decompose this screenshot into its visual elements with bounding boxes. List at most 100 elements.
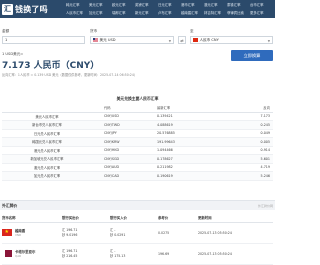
rates-table: 代码 最新汇率 反向 美元人民币汇率 CNY/USD 0.139421 7.17… <box>2 103 273 181</box>
logo-icon: 汇 <box>2 3 13 15</box>
bank-buy-price: 汇 - 钞 0.0291 <box>110 222 158 244</box>
nav-item[interactable]: 越南盾汇率 <box>181 10 204 17</box>
main-nav: 韩元汇率 美元汇率 欧元汇率 英镑汇率 日元汇率 港币汇率 澳元汇率 泰铢汇率 … <box>66 2 273 17</box>
column-header: 银行买出价 <box>62 214 110 223</box>
latest-rate: 1.094466 <box>157 146 227 155</box>
top-navigation-bar: 汇 钱换了吗 韩元汇率 美元汇率 欧元汇率 英镑汇率 日元汇率 港币汇率 澳元汇… <box>0 0 275 18</box>
currency-name-block: 越南盾 VND <box>15 228 25 237</box>
latest-rate: 191.99643 <box>157 137 227 147</box>
from-currency-select[interactable]: 美元 USD ▼ <box>90 36 174 44</box>
nav-item[interactable]: 泰铢汇率 <box>227 2 250 9</box>
currency-code: CNY/TWD <box>92 120 157 130</box>
inverse-rate: 5.246 <box>227 171 273 181</box>
table-row[interactable]: 越南盾 VND 汇 196.71 钞 9.0196 汇 - 钞 0.0291 0… <box>2 222 273 244</box>
nav-item[interactable]: 更多汇率 <box>250 10 273 17</box>
rates-section-title: 美元兑换主要人民币汇率 <box>116 96 159 101</box>
from-currency-value: 美元 USD <box>99 37 116 42</box>
nav-item[interactable]: 韩元汇率 <box>66 2 89 9</box>
latest-rate: 0.139421 <box>157 112 227 121</box>
from-currency-label: 货币 <box>90 29 98 33</box>
currency-pair-name[interactable]: 日元兑人民币汇率 <box>2 129 92 138</box>
latest-rate: 0.211982 <box>157 163 227 172</box>
nav-item[interactable]: 英镑汇率 <box>135 2 158 9</box>
currency-pair-name[interactable]: 港元兑人民币汇率 <box>2 146 92 155</box>
currency-code: QAR <box>15 254 22 258</box>
nav-item[interactable]: 美元汇率 <box>89 2 112 9</box>
table-row[interactable]: 加元兑人民币汇率 CNY/CAD 0.190619 5.246 <box>2 171 273 181</box>
result-note: 反向汇率：1人民币 = 0.139 USD 美元（数据仅供参考，更新时间：202… <box>2 73 138 77</box>
inverse-rate: 0.005 <box>227 137 273 147</box>
column-header <box>2 103 92 113</box>
bank-sell-price: 汇 196.71 钞 9.0196 <box>62 222 110 244</box>
table-row[interactable]: 美元人民币汇率 CNY/USD 0.139421 7.173 <box>2 112 273 121</box>
inverse-rate: 0.049 <box>227 129 273 138</box>
latest-rate: 0.190619 <box>157 171 227 181</box>
result-subtitle: 1 USD美元= <box>2 52 24 56</box>
vietnam-flag-icon <box>2 229 12 236</box>
to-currency-select[interactable]: 人民币 CNY ▼ <box>190 36 273 44</box>
currency-pair-name[interactable]: 新加坡元兑人民币汇率 <box>2 154 92 164</box>
watermark-logo: 外汇牌价网 <box>257 203 273 208</box>
sell-cash: 钞 9.0196 <box>62 232 78 237</box>
buy-cash: 钞 175.13 <box>110 253 126 258</box>
currency-code: CNY/CAD <box>92 171 157 181</box>
inverse-rate: 4.719 <box>227 163 273 172</box>
latest-rate: 4.088619 <box>157 120 227 130</box>
bank-rates-table: 货币名称 银行买出价 银行买入价 参考价 更新时间 越南盾 VND 汇 196.… <box>2 214 273 265</box>
currency-cell[interactable]: 卡塔尔里亚尔 QAR <box>2 243 62 265</box>
qatar-flag-icon <box>2 250 12 257</box>
nav-item[interactable]: 新元汇率 <box>135 10 158 17</box>
rates-table-header: 代码 最新汇率 反向 <box>2 103 273 113</box>
table-row[interactable]: 澳元兑人民币汇率 CNY/AUD 0.211982 4.719 <box>2 163 273 172</box>
update-time: 2025-07-13 05:50:24 <box>198 243 273 265</box>
currency-pair-name[interactable]: 韩国元兑人民币汇率 <box>2 137 92 147</box>
nav-item[interactable]: 台币汇率 <box>250 2 273 9</box>
inverse-rate: 7.173 <box>227 112 273 121</box>
bank-buy-price: 汇 - 钞 175.13 <box>110 243 158 265</box>
nav-item[interactable]: 澳元汇率 <box>204 2 227 9</box>
bank-rates-title: 外汇牌价 <box>2 202 18 208</box>
currency-pair-name[interactable]: 加元兑人民币汇率 <box>2 171 92 181</box>
to-currency-value: 人民币 CNY <box>199 37 219 42</box>
conversion-result: 7.173 人民币（CNY） <box>2 61 100 71</box>
amount-input[interactable]: 1 <box>2 36 85 44</box>
buy-cash: 钞 0.0291 <box>110 232 126 237</box>
table-row[interactable]: 卡塔尔里亚尔 QAR 汇 196.71 钞 216.45 汇 - 钞 175.1… <box>2 243 273 265</box>
table-row[interactable]: 港元兑人民币汇率 CNY/HKD 1.094466 0.914 <box>2 146 273 155</box>
bank-rates-header: 外汇牌价 外汇牌价网 <box>0 200 275 210</box>
to-currency-label: 至 <box>190 29 194 33</box>
swap-currencies-button[interactable]: ⇄ <box>178 36 186 44</box>
convert-button[interactable]: 立即换算 <box>231 50 273 61</box>
reference-price: 196.69 <box>158 243 198 265</box>
nav-item[interactable]: 港币汇率 <box>181 2 204 9</box>
currency-code: VND <box>15 233 22 237</box>
chevron-down-icon: ▼ <box>267 39 270 43</box>
currency-pair-name[interactable]: 新台币兑人民币汇率 <box>2 120 92 130</box>
nav-item[interactable]: 菲律宾比索 <box>227 10 250 17</box>
table-row[interactable]: 日元兑人民币汇率 CNY/JPY 20.576885 0.049 <box>2 129 273 138</box>
swap-icon: ⇄ <box>180 37 184 43</box>
currency-pair-name[interactable]: 澳元兑人民币汇率 <box>2 163 92 172</box>
nav-item[interactable]: 加元汇率 <box>89 10 112 17</box>
nav-item[interactable]: 瑞郎汇率 <box>112 10 135 17</box>
table-row[interactable]: 新台币兑人民币汇率 CNY/TWD 4.088619 0.245 <box>2 120 273 130</box>
table-row[interactable]: 韩国元兑人民币汇率 CNY/KRW 191.99643 0.005 <box>2 137 273 147</box>
nav-item[interactable]: 日元汇率 <box>158 2 181 9</box>
table-row[interactable]: 新加坡元兑人民币汇率 CNY/SGD 0.178627 5.601 <box>2 154 273 164</box>
chevron-down-icon: ▼ <box>168 39 171 43</box>
currency-code: CNY/JPY <box>92 129 157 138</box>
sell-cash: 钞 216.45 <box>62 253 78 258</box>
latest-rate: 20.576885 <box>157 129 227 138</box>
nav-item[interactable]: 林吉特汇率 <box>204 10 227 17</box>
reference-price: 0.0275 <box>158 222 198 244</box>
nav-item[interactable]: 卢布汇率 <box>158 10 181 17</box>
currency-pair-name[interactable]: 美元人民币汇率 <box>2 112 92 121</box>
currency-cell[interactable]: 越南盾 VND <box>2 222 62 244</box>
currency-code: CNY/USD <box>92 112 157 121</box>
inverse-rate: 0.914 <box>227 146 273 155</box>
nav-item[interactable]: 人民币汇率 <box>66 10 89 17</box>
column-header: 最新汇率 <box>157 103 227 113</box>
site-logo[interactable]: 汇 钱换了吗 <box>0 3 66 15</box>
bank-sell-price: 汇 196.71 钞 216.45 <box>62 243 110 265</box>
nav-item[interactable]: 欧元汇率 <box>112 2 135 9</box>
